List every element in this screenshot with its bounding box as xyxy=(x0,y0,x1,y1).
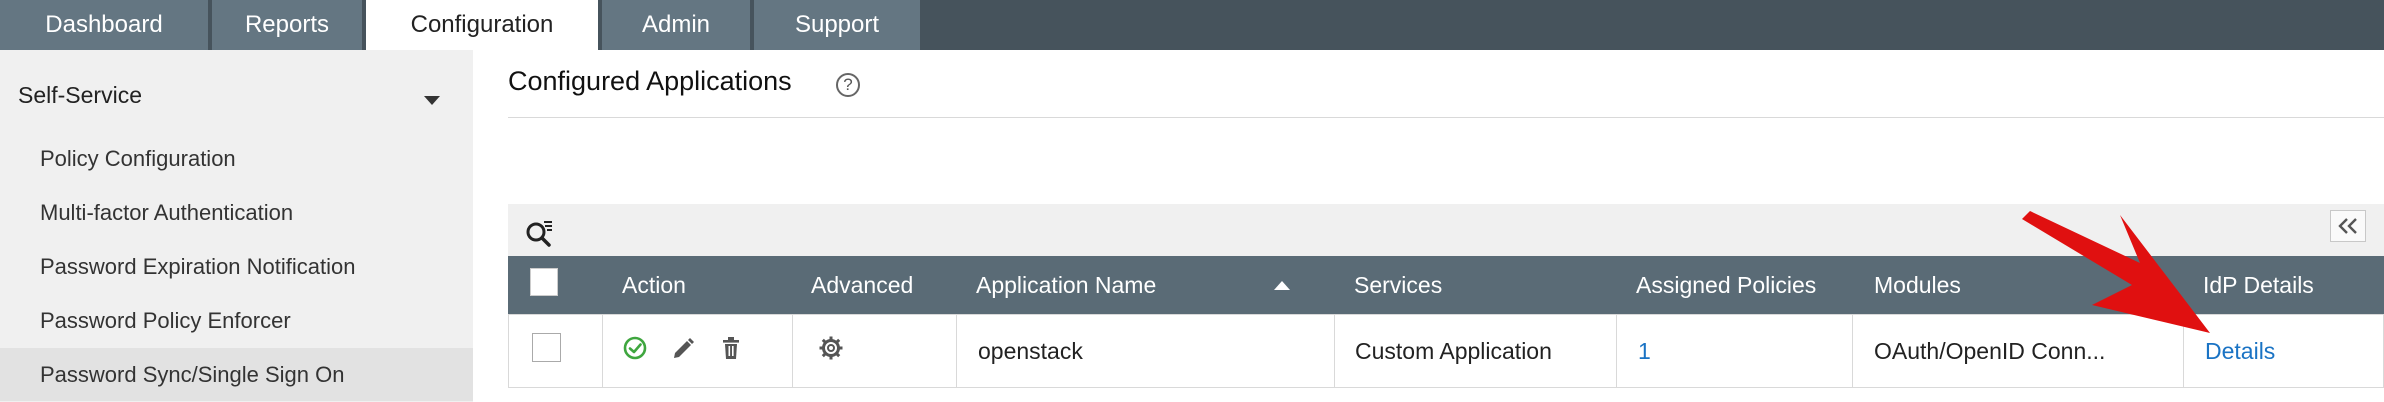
cell-application-name: openstack xyxy=(978,337,1083,364)
tab-configuration[interactable]: Configuration xyxy=(366,0,598,50)
cell-divider xyxy=(1852,314,1853,388)
assigned-policies-link[interactable]: 1 xyxy=(1638,314,1651,388)
column-header-action: Action xyxy=(622,271,686,298)
sidebar-item-password-policy-enforcer[interactable]: Password Policy Enforcer xyxy=(0,294,473,347)
search-filter-icon[interactable] xyxy=(524,218,554,248)
page-title: Configured Applications xyxy=(508,66,792,96)
annotation-arrow xyxy=(2022,211,2210,333)
tab-reports[interactable]: Reports xyxy=(212,0,362,50)
double-chevron-left-icon xyxy=(2338,218,2357,234)
tab-dashboard[interactable]: Dashboard xyxy=(0,0,208,50)
sidebar-item-password-sync-sso[interactable]: Password Sync/Single Sign On xyxy=(0,348,473,401)
tab-support[interactable]: Support xyxy=(754,0,920,50)
cell-divider xyxy=(956,314,957,388)
cell-divider xyxy=(602,314,603,388)
sidebar-section-title[interactable]: Self-Service xyxy=(18,82,142,109)
column-header-assigned-policies: Assigned Policies xyxy=(1636,271,1817,298)
caret-down-icon[interactable] xyxy=(424,96,440,105)
sort-ascending-icon[interactable] xyxy=(1274,281,1290,290)
cell-divider xyxy=(792,314,793,388)
column-header-services: Services xyxy=(1354,271,1443,298)
cell-services: Custom Application xyxy=(1355,337,1552,364)
title-divider xyxy=(508,117,2384,118)
check-circle-icon[interactable] xyxy=(622,335,648,361)
row-checkbox[interactable] xyxy=(532,333,561,362)
trash-icon[interactable] xyxy=(718,335,744,361)
column-header-advanced: Advanced xyxy=(811,271,914,298)
column-header-modules: Modules xyxy=(1874,271,1961,298)
idp-details-link[interactable]: Details xyxy=(2205,314,2275,388)
pencil-icon[interactable] xyxy=(670,335,696,361)
column-header-application-name[interactable]: Application Name xyxy=(976,256,1156,314)
column-header-idp-details: IdP Details xyxy=(2203,271,2314,298)
top-navigation-bar: Dashboard Reports Configuration Admin Su… xyxy=(0,0,2384,50)
cell-divider xyxy=(1616,314,1617,388)
tab-admin[interactable]: Admin xyxy=(602,0,750,50)
sidebar-item-policy-configuration[interactable]: Policy Configuration xyxy=(0,132,473,185)
collapse-button[interactable] xyxy=(2330,210,2366,242)
sidebar-item-multi-factor-authentication[interactable]: Multi-factor Authentication xyxy=(0,186,473,239)
sidebar-item-password-expiration-notification[interactable]: Password Expiration Notification xyxy=(0,240,473,293)
cell-divider xyxy=(1334,314,1335,388)
help-icon[interactable]: ? xyxy=(836,73,860,97)
select-all-checkbox[interactable] xyxy=(530,268,558,296)
gear-icon[interactable] xyxy=(818,335,844,361)
